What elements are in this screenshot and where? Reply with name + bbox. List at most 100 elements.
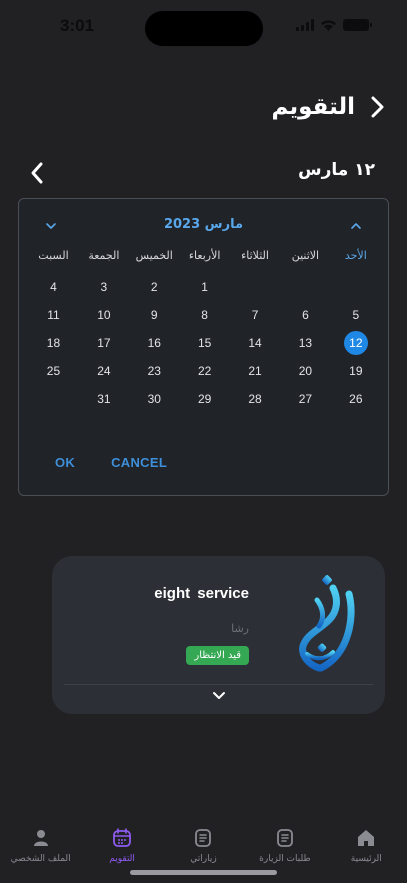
calendar-day[interactable]: 18: [28, 329, 78, 357]
day-grid: 1 2 3 4 5 6 7 8 9 10 11 12 13 14 15 16 17 18 19 20 21 22 23 24 2…: [28, 273, 381, 413]
calendar-day-number: 1: [201, 280, 208, 294]
card-title: eight service: [154, 585, 249, 602]
calendar-header: مارس 2023: [19, 213, 388, 239]
calendar-day-empty: [331, 273, 381, 301]
calendar-day-number: 3: [100, 280, 108, 294]
calendar-day-number: 5: [352, 308, 360, 322]
wifi-icon: [321, 20, 336, 31]
chevron-up-icon[interactable]: [348, 218, 364, 234]
calendar-day[interactable]: 27: [280, 385, 330, 413]
back-chevron-icon[interactable]: [365, 92, 391, 122]
calendar-day[interactable]: 30: [129, 385, 179, 413]
calendar-day[interactable]: 22: [179, 357, 229, 385]
calendar-day[interactable]: 25: [28, 357, 78, 385]
date-selector[interactable]: ١٢ مارس: [0, 156, 407, 190]
calendar-day[interactable]: 9: [129, 301, 179, 329]
calendar-day-number: 21: [248, 364, 262, 378]
calendar-day-number: 7: [251, 308, 259, 322]
chevron-left-icon[interactable]: [28, 160, 46, 186]
weekday-label: الأحد: [344, 249, 367, 262]
calendar-day[interactable]: 15: [179, 329, 229, 357]
calendar-day-number: 16: [147, 336, 161, 350]
cellular-signal-icon: [296, 19, 314, 31]
calendar-day[interactable]: 1: [179, 273, 229, 301]
list-icon: [276, 829, 293, 847]
calendar-day-number: [41, 387, 65, 411]
calendar-day-number: 20: [298, 364, 313, 378]
calendar-day[interactable]: 10: [79, 301, 129, 329]
calendar-day-number: 22: [197, 364, 212, 378]
calendar-day-number: 10: [97, 308, 111, 322]
calendar-day[interactable]: 21: [230, 357, 280, 385]
dynamic-island: [145, 11, 263, 46]
visit-card[interactable]: eight service رشا قيد الانتظار: [52, 556, 385, 714]
calendar-day[interactable]: 2: [129, 273, 179, 301]
tab-home[interactable]: الرئيسية: [326, 818, 407, 883]
calendar-day[interactable]: 5: [331, 301, 381, 329]
calendar-day-number: 6: [302, 308, 309, 322]
tab-label: التقويم: [109, 854, 135, 864]
calendar-day-number: [243, 275, 267, 299]
weekday-label: الخميس: [135, 249, 173, 262]
weekday-label: الأربعاء: [188, 249, 221, 262]
calendar-day[interactable]: 19: [331, 357, 381, 385]
calendar-day[interactable]: 11: [28, 301, 78, 329]
cancel-button[interactable]: CANCEL: [111, 455, 167, 470]
calendar-day[interactable]: 26: [331, 385, 381, 413]
calendar-day[interactable]: 13: [280, 329, 330, 357]
calendar-day-number: 31: [97, 392, 111, 406]
calendar-day[interactable]: 24: [79, 357, 129, 385]
user-icon: [33, 830, 48, 846]
calendar-day-number: 4: [50, 280, 57, 294]
page-header: التقويم: [271, 92, 391, 122]
status-badge: قيد الانتظار: [186, 646, 249, 665]
calendar-day[interactable]: 3: [79, 273, 129, 301]
calendar-day-number: 25: [46, 364, 61, 378]
calendar-day[interactable]: 20: [280, 357, 330, 385]
weekday-row: الأحد الاثنين الثلاثاء الأربعاء الخميس الجمعة…: [28, 249, 381, 262]
calendar-day[interactable]: 16: [129, 329, 179, 357]
calendar-month-label[interactable]: مارس 2023: [19, 217, 388, 232]
calendar-day-number: 13: [298, 336, 313, 350]
calendar-day-number: 17: [97, 336, 111, 350]
calendar-day-number: 24: [97, 364, 111, 378]
card-divider: [64, 684, 373, 685]
calendar-day[interactable]: 8: [179, 301, 229, 329]
calendar-day-number: 2: [150, 280, 158, 294]
calendar-picker: مارس 2023 الأحد الاثنين الثلاثاء الأربعاء ال…: [18, 198, 389, 496]
card-subtitle: رشا: [231, 622, 249, 635]
calendar-day[interactable]: 7: [230, 301, 280, 329]
tab-label: زياراتي: [190, 854, 217, 864]
calendar-day-number: [293, 275, 317, 299]
status-icons: [296, 19, 372, 31]
calendar-day[interactable]: 14: [230, 329, 280, 357]
calendar-day-selected[interactable]: 12: [331, 329, 381, 357]
calendar-day[interactable]: 23: [129, 357, 179, 385]
calendar-day[interactable]: 6: [280, 301, 330, 329]
calendar-actions: OK CANCEL: [55, 455, 167, 470]
calendar-day[interactable]: 4: [28, 273, 78, 301]
calendar-day-number: [344, 275, 368, 299]
chevron-down-icon[interactable]: [211, 689, 227, 703]
calendar-day-empty: [280, 273, 330, 301]
calendar-day-number: 11: [47, 308, 60, 322]
home-icon: [358, 830, 375, 846]
weekday-label: الثلاثاء: [241, 249, 269, 262]
calendar-day-empty: [28, 385, 78, 413]
battery-icon: [343, 19, 372, 31]
calendar-day[interactable]: 29: [179, 385, 229, 413]
weekday-label: السبت: [38, 249, 69, 262]
home-indicator: [130, 870, 277, 875]
ok-button[interactable]: OK: [55, 455, 75, 470]
calendar-day-number: 9: [150, 308, 158, 322]
calendar-day-number: 27: [298, 392, 313, 406]
calendar-day-number: 12: [343, 331, 368, 355]
calendar-day-number: 19: [349, 364, 363, 378]
calendar-day-number: 23: [147, 364, 161, 378]
calendar-day[interactable]: 28: [230, 385, 280, 413]
weekday-label: الاثنين: [291, 249, 320, 262]
tab-profile[interactable]: الملف الشخصي: [0, 818, 81, 883]
calendar-day[interactable]: 17: [79, 329, 129, 357]
status-bar: 3:01: [0, 0, 407, 56]
calendar-day[interactable]: 31: [79, 385, 129, 413]
